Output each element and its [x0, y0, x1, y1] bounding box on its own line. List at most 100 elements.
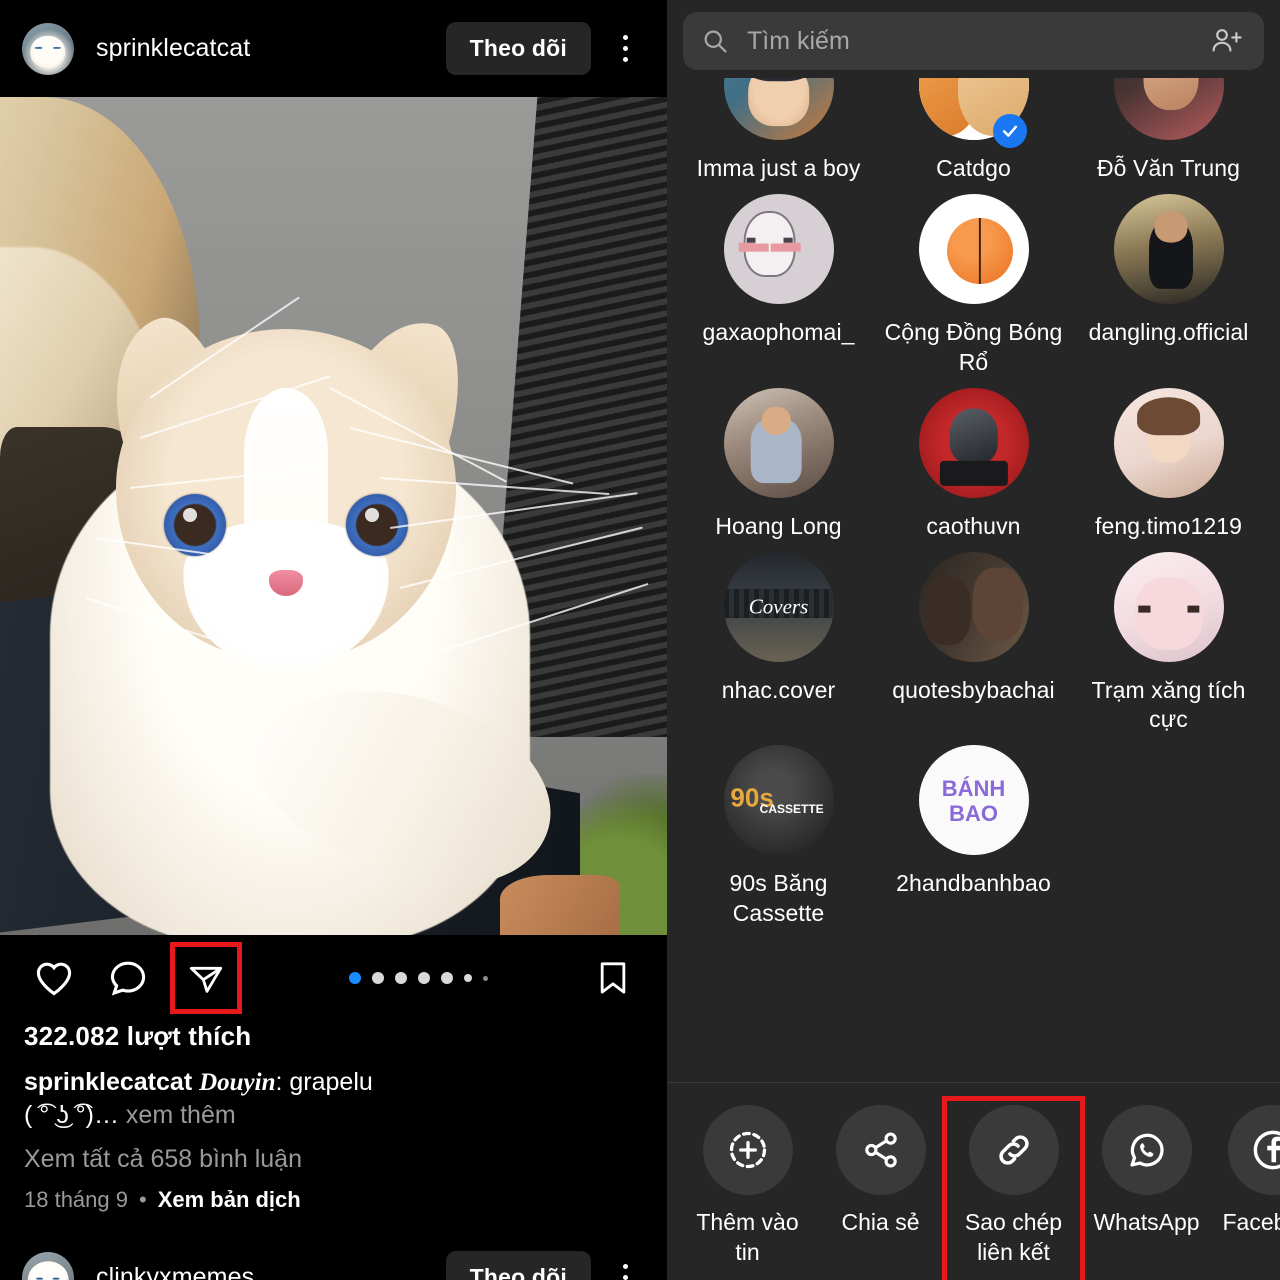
instagram-feed-pane: sprinklecatcat Theo dõi 322.082 lượt thí… — [0, 0, 667, 1280]
contact-avatar — [1113, 78, 1224, 140]
post-photo[interactable] — [0, 97, 667, 935]
contact-name: Cộng Đồng Bóng Rổ — [884, 318, 1063, 375]
contacts-list[interactable]: Imma just a boy Catdgo Đỗ Văn Trung gaxaoph… — [667, 78, 1280, 1082]
see-translation-link[interactable]: Xem bản dịch — [158, 1187, 301, 1213]
search-input[interactable]: Tìm kiếm — [683, 12, 1264, 70]
post-meta-row: 18 tháng 9 • Xem bản dịch — [24, 1187, 643, 1213]
next-post-header: clinkyxmemes Theo dõi — [0, 1251, 667, 1280]
contact-item[interactable]: quotesbybachai — [876, 551, 1071, 746]
caption-block: 322.082 lượt thích sprinklecatcat Douyin… — [0, 1021, 667, 1213]
paper-plane-share-icon[interactable] — [170, 942, 242, 1014]
caption-script-word: Douyin — [199, 1069, 276, 1096]
contact-name: 2handbanhbao — [896, 870, 1051, 897]
search-row: Tìm kiếm — [667, 0, 1280, 80]
share-action-label: Sao chép liên kết — [964, 1209, 1063, 1266]
follow-button[interactable]: Theo dõi — [445, 22, 591, 75]
contact-item[interactable]: 90s Băng Cassette — [681, 745, 876, 939]
contact-avatar-wrap — [1113, 551, 1224, 676]
search-icon — [701, 27, 729, 55]
contact-name: caothuvn — [926, 512, 1021, 539]
bookmark-icon[interactable] — [583, 948, 643, 1008]
carousel-dot — [483, 975, 488, 981]
contact-avatar-wrap — [918, 551, 1029, 676]
photo-hand — [500, 875, 620, 935]
share-nodes-icon — [835, 1105, 926, 1195]
share-action-label: WhatsApp — [1093, 1209, 1200, 1235]
kebab-menu-icon[interactable] — [603, 23, 647, 75]
contact-avatar — [918, 193, 1029, 304]
contact-name: dangling.official — [1088, 318, 1249, 345]
contact-item[interactable]: Hoang Long — [681, 387, 876, 552]
share-action-share-nodes[interactable]: Chia sẻ — [814, 1101, 947, 1237]
contact-avatar — [723, 551, 834, 662]
post-action-bar — [0, 935, 667, 1021]
share-sheet-pane: Tìm kiếm Imma just a boy Catdgo Đỗ Văn Tru… — [667, 0, 1280, 1280]
carousel-dot — [349, 972, 361, 984]
contact-avatar-wrap — [1113, 387, 1224, 512]
post-username[interactable]: sprinklecatcat — [96, 34, 250, 63]
contact-item[interactable]: caothuvn — [876, 387, 1071, 552]
search-placeholder: Tìm kiếm — [747, 26, 850, 55]
caption-username[interactable]: sprinklecatcat — [24, 1068, 192, 1096]
contact-avatar — [1113, 193, 1224, 304]
contact-name: Trạm xăng tích cực — [1091, 676, 1246, 733]
contact-item[interactable]: Đỗ Văn Trung — [1071, 78, 1266, 194]
app-screen: sprinklecatcat Theo dõi 322.082 lượt thí… — [0, 0, 1280, 1280]
share-action-facebook[interactable]: Facebook — [1213, 1101, 1280, 1237]
contact-selected-check-icon — [992, 114, 1027, 148]
contact-item[interactable]: Imma just a boy — [681, 78, 876, 194]
post-header: sprinklecatcat Theo dõi — [0, 0, 667, 97]
caption-second-line: ( ͡° ͜ʖ ͡°)… xem thêm — [24, 1099, 643, 1132]
contact-name: nhac.cover — [721, 676, 836, 703]
contact-avatar — [918, 745, 1029, 856]
caption-more-link[interactable]: xem thêm — [119, 1101, 236, 1129]
share-action-add-to-story[interactable]: Thêm vào tin — [681, 1101, 814, 1268]
follow-button[interactable]: Theo dõi — [445, 1251, 591, 1280]
contact-avatar — [1113, 551, 1224, 662]
add-to-story-icon — [702, 1105, 793, 1195]
contact-avatar-wrap — [723, 193, 834, 318]
contact-item[interactable]: Cộng Đồng Bóng Rổ — [876, 193, 1071, 388]
contact-avatar-wrap — [723, 387, 834, 512]
post-date: 18 tháng 9 — [24, 1187, 128, 1212]
contact-avatar — [918, 387, 1029, 498]
contact-item[interactable]: dangling.official — [1071, 193, 1266, 388]
contact-item[interactable]: gaxaophomai_ — [681, 193, 876, 388]
contact-avatar — [723, 387, 834, 498]
share-actions-bar: Thêm vào tin Chia sẻ Sao chép liên kết What… — [667, 1082, 1280, 1280]
whatsapp-icon — [1101, 1105, 1192, 1195]
add-people-icon[interactable] — [1210, 26, 1246, 56]
carousel-dot — [395, 972, 407, 984]
contact-name: Catdgo — [936, 155, 1011, 181]
contact-avatar — [918, 551, 1029, 662]
contact-item[interactable]: 2handbanhbao — [876, 745, 1071, 939]
contact-item[interactable]: feng.timo1219 — [1071, 387, 1266, 552]
like-count: 322.082 lượt thích — [24, 1021, 252, 1051]
view-comments-link[interactable]: Xem tất cả 658 bình luận — [24, 1145, 643, 1174]
contact-name: feng.timo1219 — [1094, 512, 1243, 539]
comment-bubble-icon[interactable] — [98, 948, 158, 1008]
facebook-icon — [1228, 1105, 1280, 1195]
contact-name: 90s Băng Cassette — [729, 870, 828, 927]
contact-item[interactable]: Catdgo — [876, 78, 1071, 194]
share-action-whatsapp[interactable]: WhatsApp — [1080, 1101, 1213, 1237]
caption-emoticon: ( ͡° ͜ʖ ͡°)… — [24, 1101, 119, 1129]
kebab-menu-icon[interactable] — [603, 1252, 647, 1280]
avatar[interactable] — [22, 22, 74, 75]
carousel-dot — [372, 972, 384, 984]
contact-name: Imma just a boy — [696, 155, 861, 181]
contact-avatar-wrap — [723, 78, 834, 154]
carousel-dot — [441, 972, 453, 984]
carousel-dots — [254, 972, 583, 984]
next-post-username[interactable]: clinkyxmemes — [96, 1263, 254, 1280]
contact-avatar-wrap — [918, 193, 1029, 318]
contact-avatar-wrap — [918, 78, 1029, 154]
share-action-copy-link[interactable]: Sao chép liên kết — [942, 1096, 1085, 1280]
contact-item[interactable]: Trạm xăng tích cực — [1071, 551, 1266, 746]
heart-icon[interactable] — [24, 948, 84, 1008]
share-action-label: Thêm vào tin — [696, 1209, 799, 1266]
avatar[interactable] — [22, 1251, 74, 1280]
contact-avatar — [723, 193, 834, 304]
contact-item[interactable]: nhac.cover — [681, 551, 876, 746]
contact-name: Đỗ Văn Trung — [1096, 155, 1241, 181]
